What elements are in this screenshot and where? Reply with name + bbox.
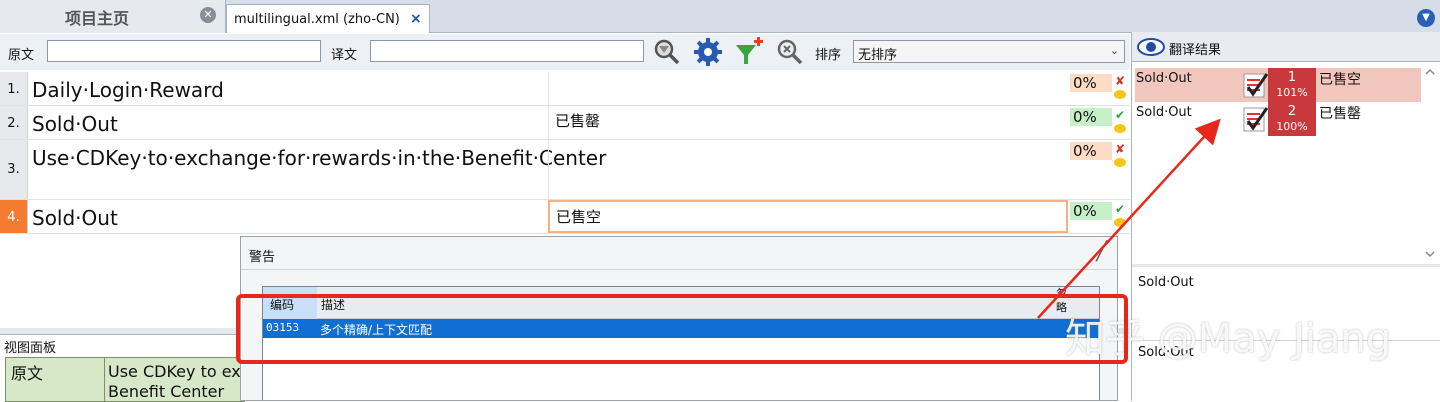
- view-panel-value-line: Benefit Center: [108, 382, 225, 401]
- tab-close-icon[interactable]: ✕: [200, 7, 216, 23]
- translation-results-title: 翻译结果: [1169, 43, 1222, 58]
- add-filter-icon[interactable]: [734, 37, 764, 67]
- column-header-description[interactable]: 描述: [321, 296, 345, 313]
- match-percent: 0%: [1070, 108, 1112, 126]
- segment-source: Sold·Out: [32, 206, 118, 230]
- match-percent: 0%: [1070, 142, 1112, 160]
- segment-source: Use·CDKey·to·exchange·for·rewards·in·the…: [32, 146, 607, 170]
- tm-rank: 2: [1287, 104, 1297, 119]
- source-filter-label: 原文: [8, 48, 35, 63]
- segment-row[interactable]: 3. Use·CDKey·to·exchange·for·rewards·in·…: [0, 140, 1130, 200]
- segment-row[interactable]: 2. Sold·Out 已售罄 0% ✔: [0, 106, 1130, 140]
- warning-code: 03153: [266, 321, 300, 334]
- segment-row[interactable]: 1. Daily·Login·Reward 0% ✘: [0, 72, 1130, 106]
- view-panel-value: Use CDKey to exc Benefit Center: [108, 362, 249, 402]
- panel-splitter[interactable]: [1132, 264, 1440, 267]
- segment-number[interactable]: 1.: [0, 72, 28, 105]
- sort-select[interactable]: 无排序 ⌄: [853, 40, 1125, 63]
- segment-target[interactable]: 已售罄: [548, 106, 1068, 139]
- status-confirmed-icon: ✔: [1115, 108, 1126, 122]
- tm-match-item[interactable]: Sold·Out 1 101% 已售空: [1135, 68, 1421, 102]
- divider: [241, 269, 1117, 270]
- tm-score: 100%: [1276, 120, 1308, 133]
- tm-match-item[interactable]: Sold·Out 2 100% 已售罄: [1135, 102, 1421, 136]
- comment-icon[interactable]: [1114, 90, 1126, 99]
- tab-bar: 项目主页 ✕ multilingual.xml (zho-CN) × ▼: [0, 0, 1440, 33]
- segment-number[interactable]: 2.: [0, 106, 28, 139]
- segment-target-editor[interactable]: 已售空: [548, 200, 1068, 233]
- dialog-title: 警告: [249, 250, 276, 265]
- view-panel-title: 视图面板: [4, 341, 57, 356]
- view-panel-value-line: Use CDKey to exc: [108, 362, 250, 381]
- tm-score: 101%: [1276, 86, 1308, 99]
- tab-project-home[interactable]: 项目主页 ✕: [0, 0, 226, 33]
- gear-icon[interactable]: [693, 37, 723, 67]
- search-filter-icon[interactable]: [651, 37, 681, 67]
- warning-list: 编码 描述 忽略 03153 多个精确/上下文匹配: [262, 286, 1100, 400]
- tab-project-home-label: 项目主页: [65, 9, 130, 28]
- context-source: Sold·Out: [1138, 275, 1194, 290]
- segment-source: Daily·Login·Reward: [32, 78, 224, 102]
- watermark: 知乎 @May Jiang: [1065, 316, 1392, 362]
- scrollbar[interactable]: [1424, 68, 1436, 258]
- tm-checklist-icon: [1243, 107, 1268, 132]
- comment-icon[interactable]: [1114, 158, 1126, 167]
- warning-row-selected[interactable]: 03153 多个精确/上下文匹配: [263, 319, 1099, 338]
- tm-source: Sold·Out: [1136, 105, 1192, 120]
- tab-close-icon[interactable]: ×: [410, 11, 422, 27]
- target-filter-label: 译文: [331, 48, 358, 63]
- status-unconfirmed-icon: ✘: [1115, 74, 1126, 88]
- tab-file-label: multilingual.xml (zho-CN): [234, 12, 400, 27]
- segment-number[interactable]: 4.: [0, 200, 28, 233]
- match-percent: 0%: [1070, 202, 1112, 220]
- column-header-code[interactable]: 编码: [263, 287, 317, 319]
- tm-checklist-icon: [1243, 73, 1268, 98]
- tm-target: 已售空: [1319, 72, 1361, 88]
- filter-bar: 原文 译文 排序 无排序 ⌄: [0, 34, 1130, 70]
- tm-match-badge: 2 100%: [1268, 102, 1316, 136]
- warning-description: 多个精确/上下文匹配: [320, 323, 433, 337]
- status-confirmed-icon: ✔: [1115, 202, 1126, 216]
- tm-match-badge: 1 101%: [1268, 68, 1316, 102]
- target-filter-input[interactable]: [370, 40, 644, 62]
- clear-filter-icon[interactable]: [774, 37, 804, 67]
- comment-icon[interactable]: [1114, 124, 1126, 133]
- eye-icon[interactable]: [1137, 38, 1165, 56]
- tab-list-dropdown-icon[interactable]: ▼: [1417, 9, 1435, 27]
- segment-row-active[interactable]: 4. Sold·Out 已售空 0% ✔: [0, 200, 1130, 234]
- view-panel: 视图面板 原文 Use CDKey to exc Benefit Center: [0, 334, 249, 402]
- warning-list-header: 编码 描述 忽略: [263, 287, 1099, 319]
- segment-number[interactable]: 3.: [0, 140, 28, 199]
- tm-target: 已售罄: [1319, 106, 1361, 122]
- tm-rank: 1: [1287, 70, 1297, 85]
- segment-target[interactable]: [548, 72, 1068, 105]
- warning-dialog: 警告 ╱ 编码 描述 忽略 03153 多个精确/上下文匹配: [240, 236, 1118, 401]
- tab-multilingual-file[interactable]: multilingual.xml (zho-CN) ×: [226, 4, 430, 33]
- sort-select-value: 无排序: [858, 48, 898, 63]
- source-filter-input[interactable]: [47, 40, 321, 62]
- divider: [104, 358, 105, 401]
- tm-source: Sold·Out: [1136, 71, 1192, 86]
- chevron-down-icon: ⌄: [1109, 44, 1119, 57]
- view-panel-key: 原文: [11, 364, 44, 383]
- segment-source: Sold·Out: [32, 112, 118, 136]
- sort-label: 排序: [815, 48, 842, 63]
- close-icon[interactable]: ╱: [1096, 241, 1107, 262]
- status-unconfirmed-icon: ✘: [1115, 142, 1126, 156]
- match-percent: 0%: [1070, 74, 1112, 92]
- comment-icon[interactable]: [1114, 218, 1126, 227]
- segment-target[interactable]: [548, 140, 1068, 199]
- view-panel-table: 原文 Use CDKey to exc Benefit Center: [5, 357, 249, 402]
- translation-results-header: 翻译结果: [1132, 32, 1440, 62]
